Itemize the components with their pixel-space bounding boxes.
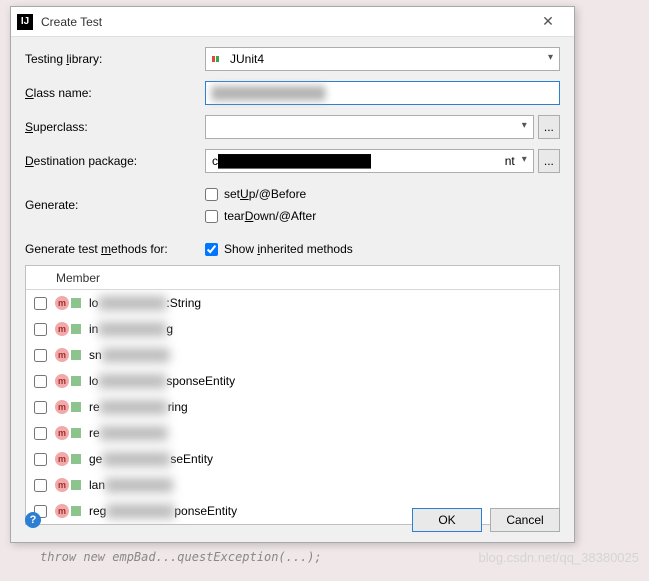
method-icon: m xyxy=(55,322,69,336)
method-icon: m xyxy=(55,400,69,414)
method-name: lan████████ xyxy=(89,478,173,492)
cancel-button[interactable]: Cancel xyxy=(490,508,560,532)
method-name: in████████g xyxy=(89,322,173,336)
table-row[interactable]: m re████████ring xyxy=(26,394,559,420)
junit-icon xyxy=(212,53,224,65)
member-column-header: Member xyxy=(26,266,559,290)
table-row[interactable]: m lo████████sponseEntity xyxy=(26,368,559,394)
setup-label: setUp/@Before xyxy=(224,187,306,201)
table-row[interactable]: m re████████ xyxy=(26,420,559,446)
titlebar: IJ Create Test ✕ xyxy=(11,7,574,37)
destination-combo[interactable]: c ██████████████████ nt ▾ xyxy=(205,149,534,173)
testing-library-value: JUnit4 xyxy=(230,52,264,66)
table-row[interactable]: m lan████████ xyxy=(26,472,559,498)
method-name: re████████ xyxy=(89,426,168,440)
methods-table: Member m lo████████:String m in████████g m sn… xyxy=(25,265,560,525)
table-row[interactable]: m sn████████ xyxy=(26,342,559,368)
intellij-icon: IJ xyxy=(17,14,33,30)
destination-label: Destination package: xyxy=(25,154,205,168)
setup-checkbox[interactable] xyxy=(205,188,218,201)
public-icon xyxy=(71,454,81,464)
superclass-combo[interactable]: ▾ xyxy=(205,115,534,139)
method-icon: m xyxy=(55,296,69,310)
method-icon: m xyxy=(55,452,69,466)
method-name: lo████████:String xyxy=(89,296,201,310)
create-test-dialog: IJ Create Test ✕ Testing library: JUnit4… xyxy=(10,6,575,543)
chevron-down-icon: ▾ xyxy=(522,154,527,165)
superclass-label: Superclass: xyxy=(25,120,205,134)
method-checkbox[interactable] xyxy=(34,479,47,492)
method-name: sn████████ xyxy=(89,348,170,362)
table-row[interactable]: m ge████████seEntity xyxy=(26,446,559,472)
public-icon xyxy=(71,298,81,308)
ok-button[interactable]: OK xyxy=(412,508,482,532)
public-icon xyxy=(71,480,81,490)
browse-destination-button[interactable]: ... xyxy=(538,149,560,173)
method-icon: m xyxy=(55,374,69,388)
method-name: re████████ring xyxy=(89,400,188,414)
method-checkbox[interactable] xyxy=(34,349,47,362)
method-name: lo████████sponseEntity xyxy=(89,374,235,388)
methods-list[interactable]: m lo████████:String m in████████g m sn███████… xyxy=(26,290,559,524)
dialog-footer: ? OK Cancel xyxy=(25,508,560,532)
method-icon: m xyxy=(55,478,69,492)
generate-label: Generate: xyxy=(25,198,205,212)
public-icon xyxy=(71,350,81,360)
public-icon xyxy=(71,324,81,334)
method-checkbox[interactable] xyxy=(34,453,47,466)
chevron-down-icon: ▾ xyxy=(522,120,527,131)
public-icon xyxy=(71,402,81,412)
chevron-down-icon: ▾ xyxy=(548,52,553,63)
methods-for-label: Generate test methods for: xyxy=(25,242,205,256)
show-inherited-label: Show inherited methods xyxy=(224,242,353,256)
close-icon[interactable]: ✕ xyxy=(528,13,568,30)
dialog-content: Testing library: JUnit4 ▾ Class name: ██… xyxy=(11,37,574,531)
method-name: ge████████seEntity xyxy=(89,452,213,466)
public-icon xyxy=(71,376,81,386)
dialog-title: Create Test xyxy=(41,15,528,29)
public-icon xyxy=(71,428,81,438)
table-row[interactable]: m lo████████:String xyxy=(26,290,559,316)
method-checkbox[interactable] xyxy=(34,427,47,440)
watermark: blog.csdn.net/qq_38380025 xyxy=(479,550,639,565)
browse-superclass-button[interactable]: ... xyxy=(538,115,560,139)
teardown-checkbox[interactable] xyxy=(205,210,218,223)
class-name-input[interactable]: ████████████ xyxy=(205,81,560,105)
help-icon[interactable]: ? xyxy=(25,512,41,528)
teardown-label: tearDown/@After xyxy=(224,209,316,223)
show-inherited-checkbox[interactable] xyxy=(205,243,218,256)
method-icon: m xyxy=(55,426,69,440)
testing-library-label: Testing library: xyxy=(25,52,205,66)
testing-library-combo[interactable]: JUnit4 ▾ xyxy=(205,47,560,71)
method-icon: m xyxy=(55,348,69,362)
method-checkbox[interactable] xyxy=(34,401,47,414)
class-name-label: Class name: xyxy=(25,86,205,100)
method-checkbox[interactable] xyxy=(34,375,47,388)
method-checkbox[interactable] xyxy=(34,323,47,336)
table-row[interactable]: m in████████g xyxy=(26,316,559,342)
method-checkbox[interactable] xyxy=(34,297,47,310)
